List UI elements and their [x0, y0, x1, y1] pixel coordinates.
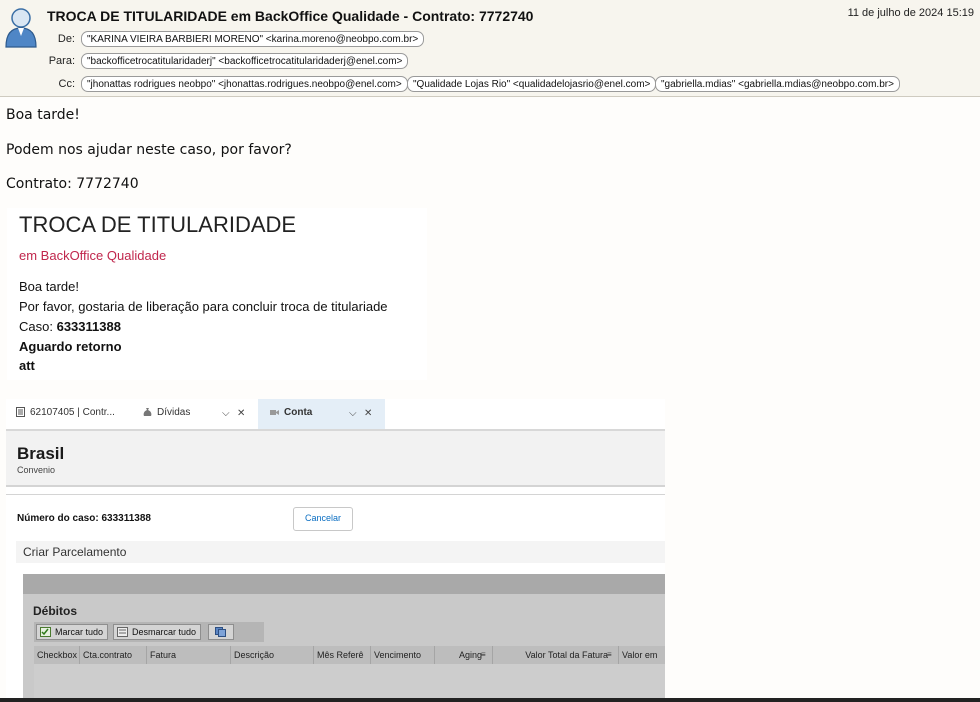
card-subtitle: em BackOffice Qualidade [19, 248, 167, 263]
grid-toolbar: Marcar tudo Desmarcar tudo [34, 622, 264, 642]
column-header[interactable]: Vencimento [370, 646, 434, 664]
tab-contract[interactable]: 62107405 | Contr... [16, 399, 128, 429]
divider [6, 494, 665, 495]
from-label: De: [57, 33, 75, 45]
card-line: att [19, 358, 35, 373]
close-icon[interactable]: ✕ [237, 399, 245, 429]
table-header: Checkbox Cta.contrato Fatura Descrição M… [34, 646, 665, 664]
close-icon[interactable]: ✕ [364, 399, 372, 429]
body-greeting: Boa tarde! [6, 107, 80, 123]
email-subject: TROCA DE TITULARIDADE em BackOffice Qual… [47, 8, 534, 24]
column-header[interactable]: Valor em [618, 646, 665, 664]
record-header: Brasil Convenio [6, 431, 665, 487]
card-case: Caso: 633311388 [19, 319, 121, 334]
mark-all-button[interactable]: Marcar tudo [36, 624, 109, 640]
chevron-down-icon[interactable]: ⌵ [349, 399, 357, 429]
to-label: Para: [48, 55, 75, 67]
from-address[interactable]: "KARINA VIEIRA BARBIERI MORENO" <karina.… [81, 31, 425, 47]
unmark-all-label: Desmarcar tudo [132, 627, 197, 637]
cc-label: Cc: [58, 78, 76, 90]
mark-all-label: Marcar tudo [55, 627, 104, 637]
embedded-screenshot: 62107405 | Contr... Dívidas ⌵ ✕ Conta ⌵ … [6, 399, 665, 702]
cancel-button[interactable]: Cancelar [293, 507, 353, 531]
body-contract: Contrato: 7772740 [6, 176, 139, 192]
chevron-down-icon[interactable]: ⌵ [222, 399, 230, 429]
case-number: Número do caso: 633311388 [17, 513, 151, 524]
cc-address[interactable]: "Qualidade Lojas Rio" <qualidadelojasrio… [407, 76, 657, 92]
card-line: Boa tarde! [19, 279, 79, 294]
tab-dividas[interactable]: Dívidas [143, 399, 223, 429]
section-title: Criar Parcelamento [16, 541, 665, 563]
document-icon [16, 407, 25, 418]
export-button[interactable] [208, 624, 234, 640]
table-body [34, 664, 665, 702]
to-address[interactable]: "backofficetrocatitularidaderj" <backoff… [81, 53, 409, 69]
user-avatar-icon [5, 8, 37, 48]
column-header[interactable]: Checkbox [34, 646, 79, 664]
tab-label: 62107405 | Contr... [30, 407, 115, 418]
tab-bar: 62107405 | Contr... Dívidas ⌵ ✕ Conta ⌵ … [6, 399, 665, 431]
tab-label: Conta [284, 407, 313, 418]
column-header[interactable]: Mês Referê [313, 646, 370, 664]
email-date: 11 de julho de 2024 15:19 [847, 7, 974, 19]
record-subtitle: Convenio [17, 465, 56, 475]
card-line: Por favor, gostaria de liberação para co… [19, 299, 388, 314]
uncheck-list-icon [117, 627, 128, 637]
video-icon [270, 410, 279, 416]
record-title: Brasil [17, 444, 65, 463]
tab-label: Dívidas [157, 407, 191, 418]
debitos-panel: Débitos Marcar tudo Desmarcar tudo Check… [23, 574, 665, 702]
sort-icon[interactable]: ≡ [481, 646, 486, 664]
cc-address[interactable]: "jhonattas rodrigues neobpo" <jhonattas.… [81, 76, 408, 92]
cc-address[interactable]: "gabriella.mdias" <gabriella.mdias@neobp… [655, 76, 900, 92]
card-title: TROCA DE TITULARIDADE [19, 212, 297, 237]
window-bottom-edge [0, 698, 980, 702]
copy-icon [215, 627, 226, 637]
column-header[interactable]: Fatura [146, 646, 230, 664]
embedded-card: TROCA DE TITULARIDADE em BackOffice Qual… [7, 208, 427, 380]
column-header[interactable]: Descrição [230, 646, 313, 664]
card-case-label: Caso: [19, 319, 53, 334]
card-case-value: 633311388 [56, 319, 121, 334]
checklist-icon [40, 627, 51, 637]
debitos-title: Débitos [33, 604, 78, 618]
card-line: Aguardo retorno [19, 339, 122, 354]
email-header: TROCA DE TITULARIDADE em BackOffice Qual… [0, 0, 980, 97]
sort-icon[interactable]: ≡ [607, 646, 612, 664]
column-header[interactable]: Cta.contrato [79, 646, 146, 664]
body-request: Podem nos ajudar neste caso, por favor? [6, 142, 292, 158]
panel-top-bar [23, 574, 665, 594]
money-bag-icon [143, 408, 152, 417]
unmark-all-button[interactable]: Desmarcar tudo [113, 624, 202, 640]
column-header[interactable]: Valor Total da Fatura [492, 646, 618, 664]
